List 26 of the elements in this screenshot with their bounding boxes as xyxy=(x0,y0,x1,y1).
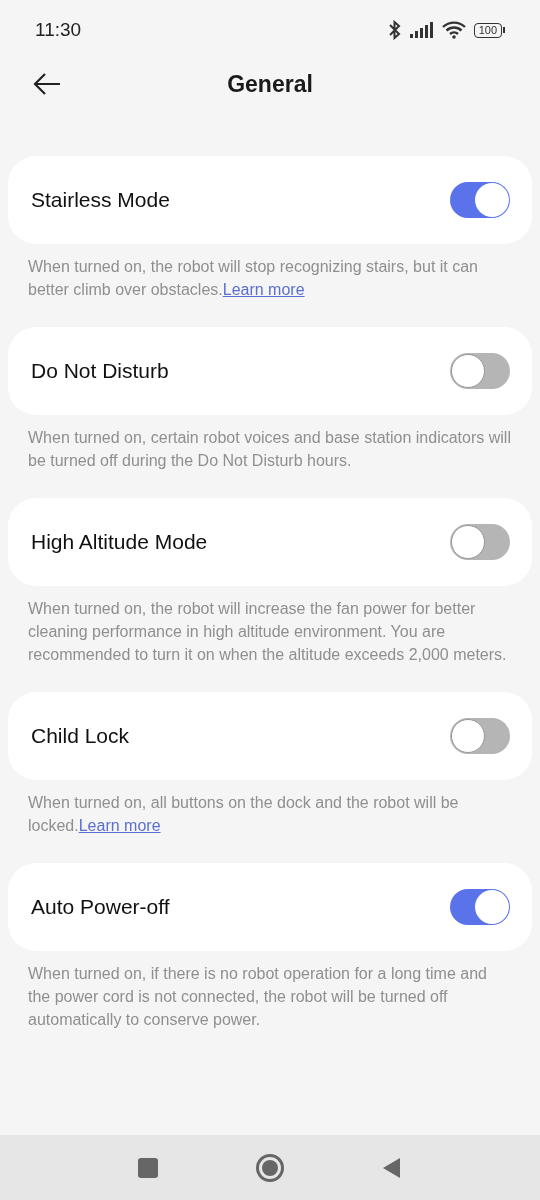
learn-more-link[interactable]: Learn more xyxy=(78,817,161,834)
toggle-switch[interactable] xyxy=(450,353,510,389)
setting-description: When turned on, all buttons on the dock and the robot will be locked.Learn more xyxy=(27,793,460,836)
toggle-switch[interactable] xyxy=(450,182,510,218)
setting-label: Stairless Mode xyxy=(31,187,170,214)
setting-description: When turned on, the robot will stop recognizing stairs, but it can better climb over obstacles.Learn more xyxy=(27,257,479,300)
toggle-switch[interactable] xyxy=(450,889,510,925)
page-title: General xyxy=(227,69,313,99)
battery-indicator: 100 xyxy=(473,22,505,38)
bluetooth-icon xyxy=(387,20,402,40)
wifi-icon xyxy=(441,21,466,39)
setting-description: When turned on, certain robot voices and base station indicators will be turned off during the Do Not Disturb hours. xyxy=(27,428,512,471)
setting-label: Child Lock xyxy=(31,723,130,750)
setting-label: Auto Power-off xyxy=(31,894,170,921)
back-nav-button[interactable] xyxy=(382,1156,402,1179)
toggle-switch[interactable] xyxy=(450,718,510,754)
learn-more-link[interactable]: Learn more xyxy=(222,281,305,298)
signal-icon xyxy=(409,22,434,38)
toggle-switch[interactable] xyxy=(450,524,510,560)
setting-description: When turned on, if there is no robot operation for a long time and the power cord is not connected, the robot will be turned off automatically to conserve power. xyxy=(27,964,488,1030)
recent-apps-button[interactable] xyxy=(138,1157,158,1178)
setting-label: High Altitude Mode xyxy=(31,529,208,556)
home-button[interactable] xyxy=(256,1153,284,1182)
status-time: 11:30 xyxy=(35,17,82,42)
setting-description: When turned on, the robot will increase the fan power for better cleaning performance in high altitude environment. You are recommended to turn it on when the altitude exceeds 2,000 meters. xyxy=(27,599,508,665)
setting-label: Do Not Disturb xyxy=(31,358,169,385)
